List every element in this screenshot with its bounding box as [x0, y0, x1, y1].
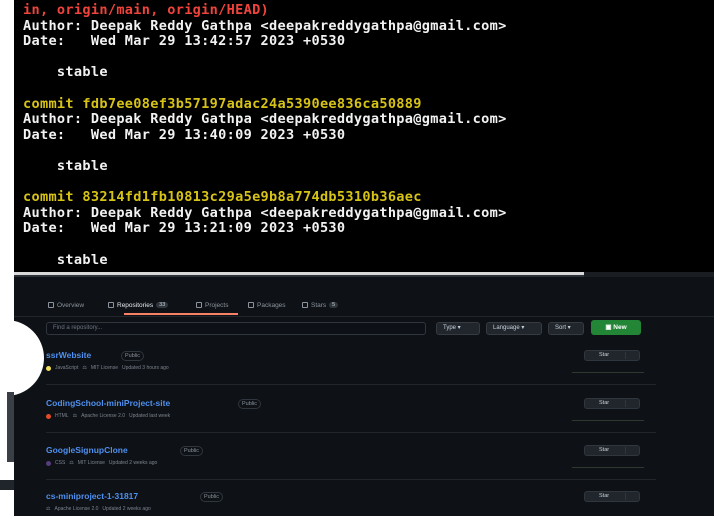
repo-meta: ⚖ Apache License 2.0 Updated 2 weeks ago: [46, 506, 151, 512]
tab-repositories[interactable]: Repositories 33: [108, 298, 169, 312]
tab-label: Repositories: [117, 301, 154, 309]
star-button[interactable]: Star: [584, 445, 640, 456]
repo-language: JavaScript: [55, 365, 79, 371]
terminal-line: Author: Deepak Reddy Gathpa <deepakreddy…: [23, 204, 507, 221]
type-dropdown[interactable]: Type ▾: [436, 322, 480, 335]
tab-packages[interactable]: Packages: [248, 298, 286, 312]
language-color-dot: [46, 460, 51, 466]
repo-updated: Updated 2 weeks ago: [102, 506, 151, 512]
window-edge-dark: [584, 272, 714, 277]
repo-updated: Updated 3 hours ago: [121, 365, 169, 371]
terminal-window: in, origin/main, origin/HEAD) Author: Dee…: [14, 0, 714, 272]
star-button-label: Star: [599, 447, 610, 453]
sort-dropdown[interactable]: Sort ▾: [548, 322, 584, 335]
star-button-label: Star: [599, 400, 610, 406]
terminal-line: Author: Deepak Reddy Gathpa <deepakreddy…: [23, 111, 507, 128]
window-edge-highlight: [14, 272, 584, 275]
activity-graph: [572, 372, 644, 373]
activity-graph: [572, 467, 644, 468]
visibility-badge: Public: [180, 446, 203, 456]
repo-name-link[interactable]: GoogleSignupClone: [46, 445, 128, 455]
tab-label: Projects: [205, 301, 229, 309]
star-button-label: Star: [599, 493, 610, 499]
tabs-divider: [14, 316, 714, 317]
tab-stars[interactable]: Stars 5: [302, 298, 339, 312]
repo-language: CSS: [55, 460, 66, 466]
language-color-dot: [46, 413, 51, 419]
law-icon: ⚖: [72, 413, 78, 419]
active-tab-underline: [124, 313, 238, 315]
repo-name-link[interactable]: CodingSchool-miniProject-site: [46, 398, 170, 408]
github-repositories-panel: Overview Repositories 33 Projects Packag…: [14, 272, 714, 516]
terminal-line: Date: Wed Mar 29 13:40:09 2023 +0530: [23, 126, 346, 143]
repo-license: Apache License 2.0: [54, 506, 99, 512]
terminal-line: Author: Deepak Reddy Gathpa <deepakreddy…: [23, 17, 507, 34]
terminal-line: stable: [23, 251, 108, 268]
repo-meta: HTML ⚖ Apache License 2.0 Updated last w…: [46, 413, 170, 419]
star-button[interactable]: Star: [584, 491, 640, 502]
repo-name-link[interactable]: ssrWebsite: [46, 350, 91, 360]
repo-divider: [46, 479, 656, 480]
tab-overview[interactable]: Overview: [48, 298, 84, 312]
new-button-label: New: [613, 324, 627, 331]
law-icon: ⚖: [46, 506, 51, 512]
terminal-line: in, origin/main, origin/HEAD): [23, 2, 270, 18]
repo-license: MIT License: [90, 365, 118, 371]
law-icon: ⚖: [69, 460, 74, 466]
visibility-badge: Public: [121, 351, 144, 361]
terminal-line: Date: Wed Mar 29 13:42:57 2023 +0530: [23, 33, 346, 50]
project-icon: [196, 302, 202, 308]
repo-icon: [108, 302, 114, 308]
repo-meta: CSS ⚖ MIT License Updated 2 weeks ago: [46, 460, 157, 466]
tab-label: Stars: [311, 301, 327, 309]
repo-license: Apache License 2.0: [81, 413, 126, 419]
activity-graph: [572, 420, 644, 421]
language-color-dot: [46, 365, 51, 371]
book-icon: [48, 302, 54, 308]
repo-language: HTML: [55, 413, 69, 419]
star-button[interactable]: Star: [584, 350, 640, 361]
repo-count-badge: 33: [156, 302, 169, 308]
star-icon: [302, 302, 308, 308]
repo-name-link[interactable]: cs-miniproject-1-31817: [46, 491, 138, 501]
sidebar-edge-bottom: [0, 480, 14, 490]
law-icon: ⚖: [82, 365, 87, 371]
star-button[interactable]: Star: [584, 398, 640, 409]
tab-label: Packages: [257, 301, 286, 309]
visibility-badge: Public: [238, 399, 261, 409]
new-repository-button[interactable]: ▣ New: [591, 320, 641, 335]
tab-projects[interactable]: Projects: [196, 298, 228, 312]
terminal-line: stable: [23, 158, 108, 174]
tab-label: Overview: [57, 301, 85, 309]
terminal-line: stable: [23, 64, 108, 81]
repo-divider: [46, 432, 656, 433]
package-icon: [248, 302, 254, 308]
repo-updated: Updated 2 weeks ago: [108, 460, 158, 466]
sidebar-edge: [7, 392, 14, 462]
commit-hash-line: commit fdb7ee08ef3b57197adac24a5390ee836…: [23, 95, 422, 112]
repo-updated: Updated last week: [129, 413, 171, 419]
visibility-badge: Public: [200, 492, 223, 502]
star-button-label: Star: [599, 352, 610, 358]
terminal-line: Date: Wed Mar 29 13:21:09 2023 +0530: [23, 220, 346, 237]
stars-count-badge: 5: [329, 302, 339, 308]
repo-license: MIT License: [77, 460, 105, 466]
repo-meta: JavaScript ⚖ MIT License Updated 3 hours…: [46, 365, 169, 371]
find-repository-input[interactable]: Find a repository...: [46, 322, 426, 335]
commit-hash-line: commit 83214fd1fb10813c29a5e9b8a774db531…: [23, 189, 422, 206]
language-dropdown[interactable]: Language ▾: [486, 322, 542, 335]
repo-divider: [46, 384, 656, 385]
